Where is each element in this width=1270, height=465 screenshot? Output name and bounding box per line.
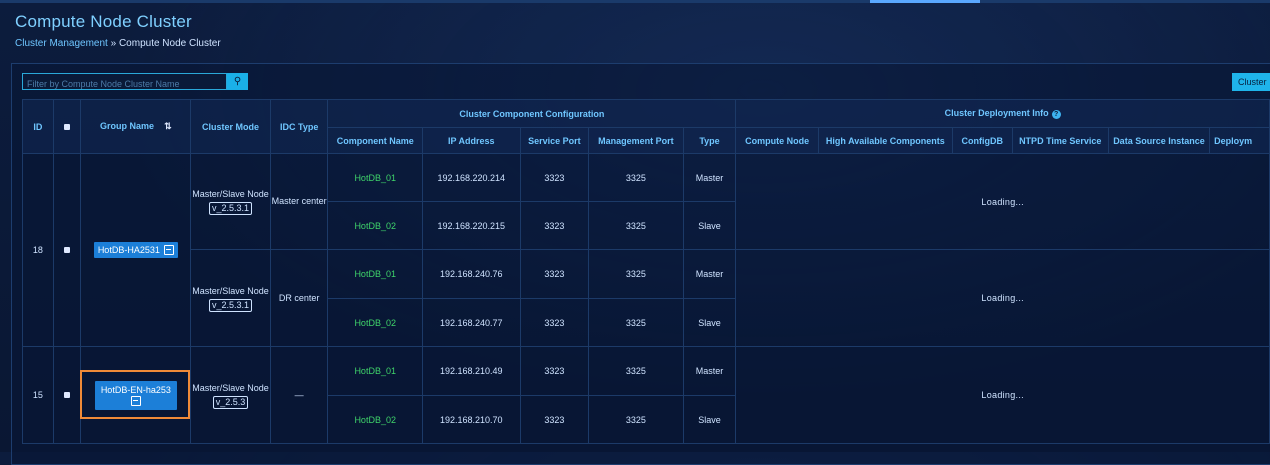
cell-type: Master: [682, 346, 737, 396]
sort-icon[interactable]: ⇅: [164, 121, 172, 132]
header-cluster-mode: Cluster Mode: [190, 99, 271, 154]
breadcrumb-current: Compute Node Cluster: [118, 38, 221, 49]
search-icon: ⚲: [233, 76, 242, 87]
cell-service-port: 3323: [519, 298, 590, 347]
header-configdb: ConfigDB: [951, 127, 1013, 154]
group-name-button[interactable]: HotDB-EN-ha253: [94, 380, 177, 410]
breadcrumb-link-cluster-management[interactable]: Cluster Management: [15, 38, 108, 49]
search-button[interactable]: ⚲: [227, 73, 248, 90]
header-deployment: Deploym: [1209, 127, 1270, 154]
cell-service-port: 3323: [519, 249, 590, 299]
cell-component-name: HotDB_01: [327, 346, 423, 396]
cell-ip-address: 192.168.240.77: [421, 298, 521, 347]
group-name-button[interactable]: HotDB-HA2531: [93, 242, 178, 258]
edit-icon: [130, 395, 141, 406]
cell-type: Slave: [682, 201, 737, 250]
cell-cluster-mode: Master/Slave Node v_2.5.3.1: [190, 249, 271, 347]
cell-group-name: HotDB-EN-ha253: [80, 346, 192, 444]
cell-type: Slave: [682, 298, 737, 347]
row-checkbox[interactable]: [64, 247, 71, 253]
version-badge: v_2.5.3.1: [208, 202, 253, 215]
cell-ip-address: 192.168.220.215: [421, 201, 521, 250]
select-all-checkbox[interactable]: [64, 123, 71, 130]
cell-select[interactable]: [52, 346, 82, 444]
header-ntpd: NTPD Time Service: [1011, 127, 1109, 154]
cell-management-port: 3325: [588, 153, 684, 202]
header-deployment-info: Cluster Deployment Info?: [735, 99, 1270, 128]
header-ip-address: IP Address: [421, 127, 521, 154]
cell-service-port: 3323: [519, 153, 590, 202]
cell-component-name: HotDB_01: [327, 153, 423, 202]
top-accent-line: [0, 0, 1270, 3]
cell-ip-address: 192.168.210.70: [421, 395, 521, 444]
edit-icon: [163, 245, 174, 255]
cell-management-port: 3325: [588, 201, 684, 250]
deployment-loading: Loading...: [735, 346, 1270, 444]
header-select-all[interactable]: [52, 99, 82, 154]
cell-component-name: HotDB_02: [327, 201, 423, 250]
deployment-loading: Loading...: [735, 249, 1270, 347]
cell-type: Slave: [682, 395, 737, 444]
table-row: 18 HotDB-HA2531 Master/Slave Node v_2.5.…: [22, 153, 1270, 347]
table-row: 15 HotDB-EN-ha253 Master/Slave Node v_2.…: [22, 346, 1270, 444]
cell-cluster-mode: Master/Slave Node v_2.5.3.1: [190, 153, 271, 250]
header-type: Type: [682, 127, 737, 154]
page-title: Compute Node Cluster: [15, 12, 192, 31]
cluster-action-button[interactable]: Cluster: [1232, 73, 1270, 91]
cell-ip-address: 192.168.240.76: [421, 249, 521, 299]
cell-service-port: 3323: [519, 201, 590, 250]
header-group-name: Group Name ⇅: [80, 99, 192, 154]
row-checkbox[interactable]: [64, 392, 71, 398]
cell-management-port: 3325: [588, 298, 684, 347]
header-data-source: Data Source Instance: [1107, 127, 1211, 154]
cell-component-name: HotDB_02: [327, 395, 423, 444]
cell-ip-address: 192.168.210.49: [421, 346, 521, 396]
header-component-config: Cluster Component Configuration: [327, 99, 737, 128]
cell-id: 18: [22, 153, 54, 347]
version-badge: v_2.5.3.1: [208, 298, 253, 312]
header-management-port: Management Port: [588, 127, 684, 154]
cell-idc-type: DR center: [269, 249, 329, 347]
cell-management-port: 3325: [588, 249, 684, 299]
cell-type: Master: [682, 153, 737, 202]
header-component-name: Component Name: [327, 127, 423, 154]
version-badge: v_2.5.3: [212, 395, 249, 409]
cell-component-name: HotDB_02: [327, 298, 423, 347]
active-tab-indicator: [870, 0, 980, 3]
header-ha-components: High Available Components: [817, 127, 953, 154]
breadcrumb-separator: »: [110, 38, 117, 49]
cell-management-port: 3325: [588, 395, 684, 444]
cell-type: Master: [682, 249, 737, 299]
cluster-name-filter-input[interactable]: [23, 76, 221, 92]
cell-service-port: 3323: [519, 395, 590, 444]
cell-idc-type: —: [269, 346, 329, 444]
cell-group-name: HotDB-HA2531: [80, 153, 192, 347]
breadcrumb: Cluster Management » Compute Node Cluste…: [15, 38, 221, 49]
cell-idc-type: Master center: [269, 153, 329, 250]
cell-management-port: 3325: [588, 346, 684, 396]
cell-cluster-mode: Master/Slave Node v_2.5.3: [190, 346, 271, 444]
cell-service-port: 3323: [519, 346, 590, 396]
deployment-loading: Loading...: [735, 153, 1270, 250]
header-service-port: Service Port: [519, 127, 590, 154]
cell-ip-address: 192.168.220.214: [421, 153, 521, 202]
cell-select[interactable]: [52, 153, 82, 347]
cluster-table: ID Group Name ⇅ Cluster Mode IDC Type Clu…: [22, 99, 1270, 444]
cell-component-name: HotDB_01: [327, 249, 423, 299]
header-compute-node: Compute Node: [735, 127, 819, 154]
table-row: Master/Slave Node v_2.5.3.1 DR center Ho…: [23, 249, 1270, 347]
cluster-name-filter: [22, 73, 227, 92]
header-id: ID: [22, 99, 54, 154]
header-idc-type: IDC Type: [269, 99, 329, 154]
cell-id: 15: [22, 346, 54, 444]
help-icon[interactable]: ?: [1051, 109, 1061, 119]
